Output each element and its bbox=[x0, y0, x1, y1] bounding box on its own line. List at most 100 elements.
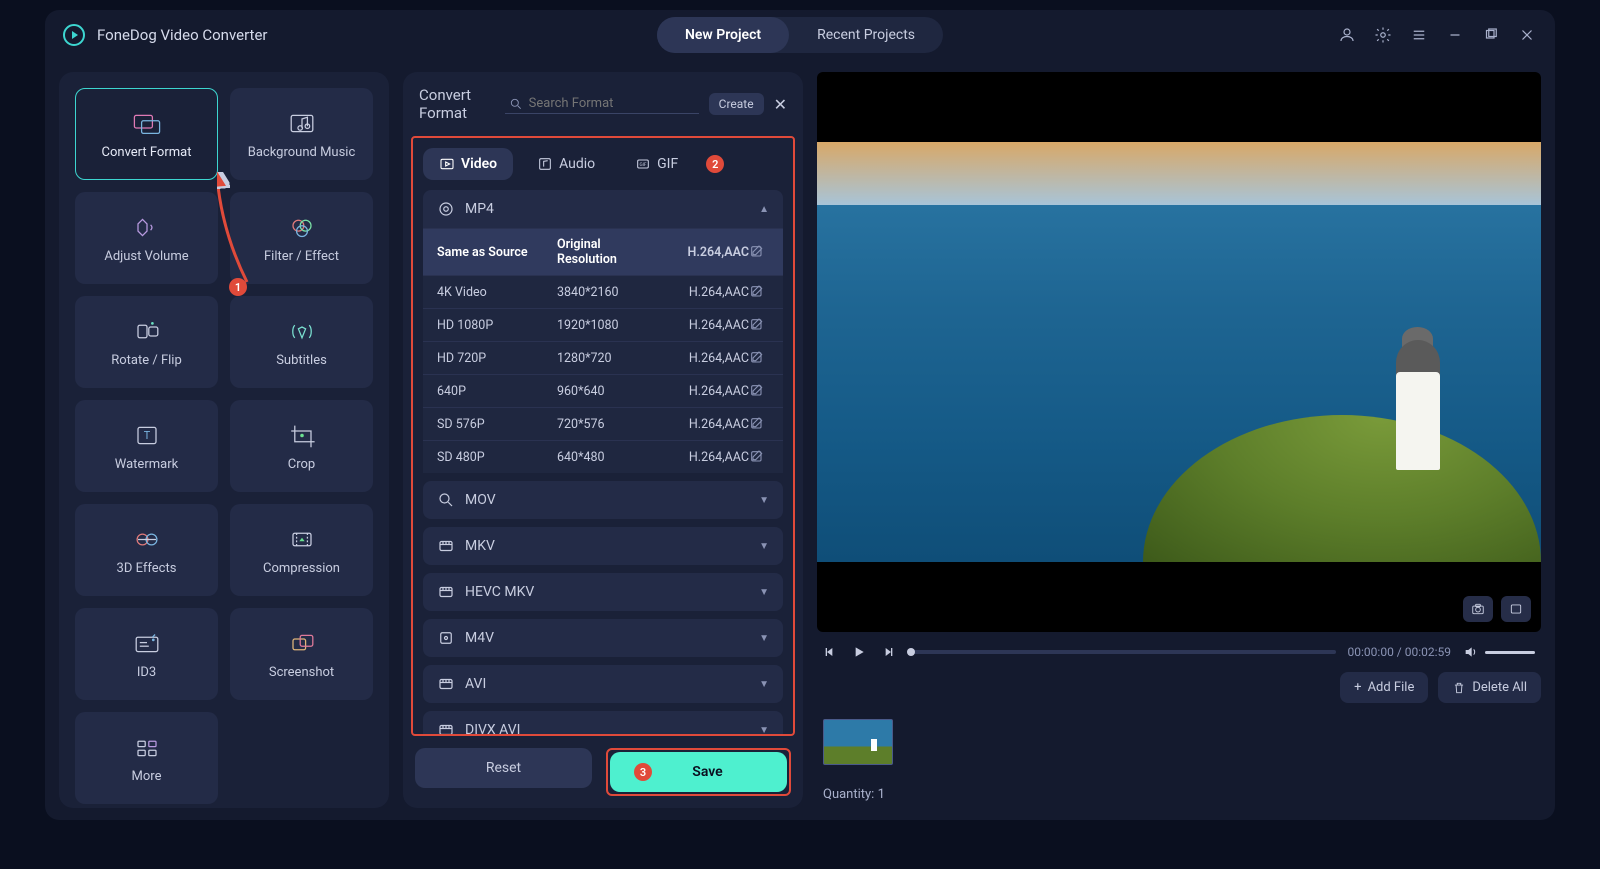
tool-rotate-flip[interactable]: Rotate / Flip bbox=[75, 296, 218, 388]
chevron-up-icon: ▲ bbox=[759, 204, 769, 215]
chevron-down-icon: ▼ bbox=[759, 679, 769, 690]
video-preview[interactable] bbox=[817, 72, 1541, 632]
seek-bar[interactable] bbox=[907, 650, 1336, 654]
close-icon[interactable] bbox=[1517, 25, 1537, 45]
preset-name: HD 1080P bbox=[437, 318, 557, 333]
format-header-mp4[interactable]: MP4 ▲ bbox=[423, 190, 783, 228]
format-icon bbox=[437, 675, 455, 693]
annotation-step-1: 1 bbox=[229, 278, 247, 296]
format-list[interactable]: MP4 ▲ Same as SourceOriginal ResolutionH… bbox=[413, 190, 793, 734]
3d-icon bbox=[129, 525, 165, 555]
format-header-mov[interactable]: MOV ▼ bbox=[423, 481, 783, 519]
menu-icon[interactable] bbox=[1409, 25, 1429, 45]
format-header-mkv[interactable]: MKV▼ bbox=[423, 527, 783, 565]
format-header-m4v[interactable]: M4V▼ bbox=[423, 619, 783, 657]
file-thumbnail[interactable] bbox=[823, 719, 893, 765]
edit-icon[interactable] bbox=[749, 317, 765, 333]
format-tab-gif[interactable]: GIF GIF bbox=[619, 148, 694, 180]
tool-watermark[interactable]: T Watermark bbox=[75, 400, 218, 492]
tool-convert-format[interactable]: Convert Format bbox=[75, 88, 218, 180]
format-icon bbox=[437, 537, 455, 555]
tool-more[interactable]: More bbox=[75, 712, 218, 804]
tool-label: Compression bbox=[263, 561, 340, 576]
annotation-step-3: 3 bbox=[634, 763, 652, 781]
tool-background-music[interactable]: Background Music bbox=[230, 88, 373, 180]
format-group-avi: AVI▼ bbox=[423, 665, 783, 703]
camera-icon bbox=[1470, 602, 1486, 616]
next-button[interactable] bbox=[879, 644, 895, 660]
create-button[interactable]: Create bbox=[709, 93, 764, 115]
tab-recent-projects[interactable]: Recent Projects bbox=[789, 17, 943, 53]
preset-row[interactable]: HD 720P1280*720H.264,AAC bbox=[423, 341, 783, 374]
edit-icon[interactable] bbox=[749, 416, 765, 432]
preset-row[interactable]: SD 576P720*576H.264,AAC bbox=[423, 407, 783, 440]
preset-resolution: 720*576 bbox=[557, 417, 659, 432]
minimize-icon[interactable] bbox=[1445, 25, 1465, 45]
svg-text:T: T bbox=[143, 429, 150, 442]
panel-title: Convert Format bbox=[419, 86, 495, 122]
format-group-m4v: M4V▼ bbox=[423, 619, 783, 657]
format-header-hevc-mkv[interactable]: HEVC MKV▼ bbox=[423, 573, 783, 611]
search-format[interactable] bbox=[505, 94, 699, 114]
format-header-divx-avi[interactable]: DIVX AVI▼ bbox=[423, 711, 783, 734]
tool-label: Filter / Effect bbox=[264, 249, 339, 264]
volume-button[interactable] bbox=[1463, 644, 1479, 660]
tool-compression[interactable]: Compression bbox=[230, 504, 373, 596]
edit-icon[interactable] bbox=[749, 383, 765, 399]
tool-label: More bbox=[132, 769, 162, 784]
format-group-mov: MOV ▼ bbox=[423, 481, 783, 519]
play-button[interactable] bbox=[851, 644, 867, 660]
format-icon bbox=[437, 721, 455, 734]
account-icon[interactable] bbox=[1337, 25, 1357, 45]
preset-row[interactable]: Same as SourceOriginal ResolutionH.264,A… bbox=[423, 228, 783, 275]
app-title: FoneDog Video Converter bbox=[97, 26, 267, 44]
prev-button[interactable] bbox=[823, 644, 839, 660]
preset-codec: H.264,AAC bbox=[659, 245, 749, 260]
edit-icon[interactable] bbox=[749, 244, 765, 260]
tool-filter-effect[interactable]: Filter / Effect bbox=[230, 192, 373, 284]
add-file-button[interactable]: +Add File bbox=[1340, 672, 1428, 703]
audio-icon bbox=[537, 156, 553, 172]
format-tab-video[interactable]: Video bbox=[423, 148, 513, 180]
chevron-down-icon: ▼ bbox=[759, 633, 769, 644]
format-icon bbox=[437, 200, 455, 218]
tool-adjust-volume[interactable]: Adjust Volume bbox=[75, 192, 218, 284]
format-header-avi[interactable]: AVI▼ bbox=[423, 665, 783, 703]
edit-icon[interactable] bbox=[749, 350, 765, 366]
tool-id3[interactable]: ID3 bbox=[75, 608, 218, 700]
fullscreen-button[interactable] bbox=[1501, 596, 1531, 622]
tab-new-project[interactable]: New Project bbox=[657, 17, 789, 53]
chevron-down-icon: ▼ bbox=[759, 541, 769, 552]
tool-label: ID3 bbox=[137, 665, 156, 680]
chevron-down-icon: ▼ bbox=[759, 495, 769, 506]
rotate-icon bbox=[129, 317, 165, 347]
search-input[interactable] bbox=[529, 96, 695, 111]
preset-row[interactable]: 4K Video3840*2160H.264,AAC bbox=[423, 275, 783, 308]
app-logo-icon bbox=[63, 24, 85, 46]
reset-button[interactable]: Reset bbox=[415, 748, 592, 788]
save-button[interactable]: 3 Save bbox=[610, 752, 787, 792]
tool-crop[interactable]: Crop bbox=[230, 400, 373, 492]
format-label: HEVC MKV bbox=[465, 584, 534, 600]
search-icon bbox=[509, 97, 523, 111]
preset-row[interactable]: HD 1080P1920*1080H.264,AAC bbox=[423, 308, 783, 341]
fullscreen-icon bbox=[1508, 602, 1524, 616]
tool-subtitles[interactable]: Subtitles bbox=[230, 296, 373, 388]
edit-icon[interactable] bbox=[749, 284, 765, 300]
edit-icon[interactable] bbox=[749, 449, 765, 465]
preset-row[interactable]: 640P960*640H.264,AAC bbox=[423, 374, 783, 407]
maximize-icon[interactable] bbox=[1481, 25, 1501, 45]
preset-row[interactable]: SD 480P640*480H.264,AAC bbox=[423, 440, 783, 473]
format-group-mp4: MP4 ▲ Same as SourceOriginal ResolutionH… bbox=[423, 190, 783, 473]
settings-icon[interactable] bbox=[1373, 25, 1393, 45]
volume-slider[interactable] bbox=[1485, 651, 1535, 654]
format-tab-audio[interactable]: Audio bbox=[521, 148, 611, 180]
tool-screenshot[interactable]: Screenshot bbox=[230, 608, 373, 700]
tool-label: Convert Format bbox=[102, 145, 192, 160]
filter-icon bbox=[284, 213, 320, 243]
snapshot-button[interactable] bbox=[1463, 596, 1493, 622]
panel-close-icon[interactable]: ✕ bbox=[774, 95, 787, 113]
tool-3d-effects[interactable]: 3D Effects bbox=[75, 504, 218, 596]
delete-all-button[interactable]: Delete All bbox=[1438, 672, 1541, 703]
format-label: MOV bbox=[465, 492, 496, 508]
